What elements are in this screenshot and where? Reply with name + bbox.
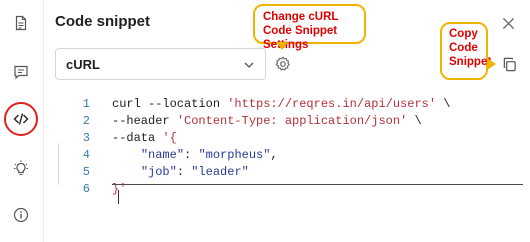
line-number: 4 (82, 148, 90, 162)
close-button[interactable] (499, 14, 517, 32)
document-icon[interactable] (10, 12, 32, 34)
line-number: 5 (82, 165, 90, 179)
line-number: 2 (82, 114, 90, 128)
close-icon (502, 17, 514, 29)
settings-callout: Change cURL Code Snippet Settings (253, 4, 366, 51)
snippet-settings-button[interactable] (273, 54, 293, 74)
code-line: 2 --header 'Content-Type: application/jso… (55, 113, 523, 130)
code-token: 'https://reqres.in/api/users' (227, 97, 437, 111)
code-token: --header (112, 114, 177, 128)
code-text: "name": "morpheus", (112, 147, 278, 164)
copy-callout-arrow (487, 58, 496, 70)
line-number: 1 (82, 97, 90, 111)
chevron-down-icon (244, 62, 254, 68)
code-icon[interactable] (10, 108, 32, 130)
copy-callout: Copy Code Snippet (440, 22, 491, 80)
code-token: "morpheus" (198, 148, 271, 162)
code-token: "leader" (191, 165, 249, 179)
code-token: \ (436, 97, 451, 111)
settings-callout-arrow (276, 42, 288, 50)
code-token: : (184, 148, 199, 162)
copy-icon (503, 57, 516, 71)
language-select-value: cURL (66, 56, 100, 72)
indent-guide (58, 143, 59, 185)
copy-snippet-button[interactable] (500, 55, 518, 73)
code-line: 1 curl --location 'https://reqres.in/api/… (55, 96, 523, 113)
code-token: "job" (140, 165, 177, 179)
sidebar (0, 0, 44, 242)
panel-title: Code snippet (55, 13, 151, 30)
code-token: '{ (162, 131, 177, 145)
line-number: 6 (82, 182, 90, 196)
comment-icon[interactable] (10, 61, 32, 83)
code-token: , (270, 148, 278, 162)
lightbulb-icon[interactable] (10, 157, 32, 179)
code-text: "job": "leader" (112, 164, 249, 181)
language-select[interactable]: cURL (55, 48, 266, 80)
code-token: "name" (140, 148, 185, 162)
code-token: : (176, 165, 192, 179)
info-icon[interactable] (10, 204, 32, 226)
code-line: 3 --data '{ (55, 130, 523, 147)
horizontal-scrollbar[interactable] (112, 184, 523, 185)
code-token: curl --location (112, 97, 228, 111)
code-text: --header 'Content-Type: application/json… (112, 113, 422, 130)
code-token: \ (407, 114, 422, 128)
code-text: curl --location 'https://reqres.in/api/u… (112, 96, 450, 113)
gear-icon (275, 56, 290, 71)
code-token: 'Content-Type: application/json' (176, 114, 408, 128)
code-token: --data (112, 131, 163, 145)
code-text: --data '{ (112, 130, 177, 147)
code-line: 5 "job": "leader" (55, 164, 523, 181)
code-editor[interactable]: 1 curl --location 'https://reqres.in/api/… (55, 92, 523, 232)
code-line: 4 "name": "morpheus", (55, 147, 523, 164)
line-number: 3 (82, 131, 90, 145)
text-cursor (118, 190, 119, 204)
